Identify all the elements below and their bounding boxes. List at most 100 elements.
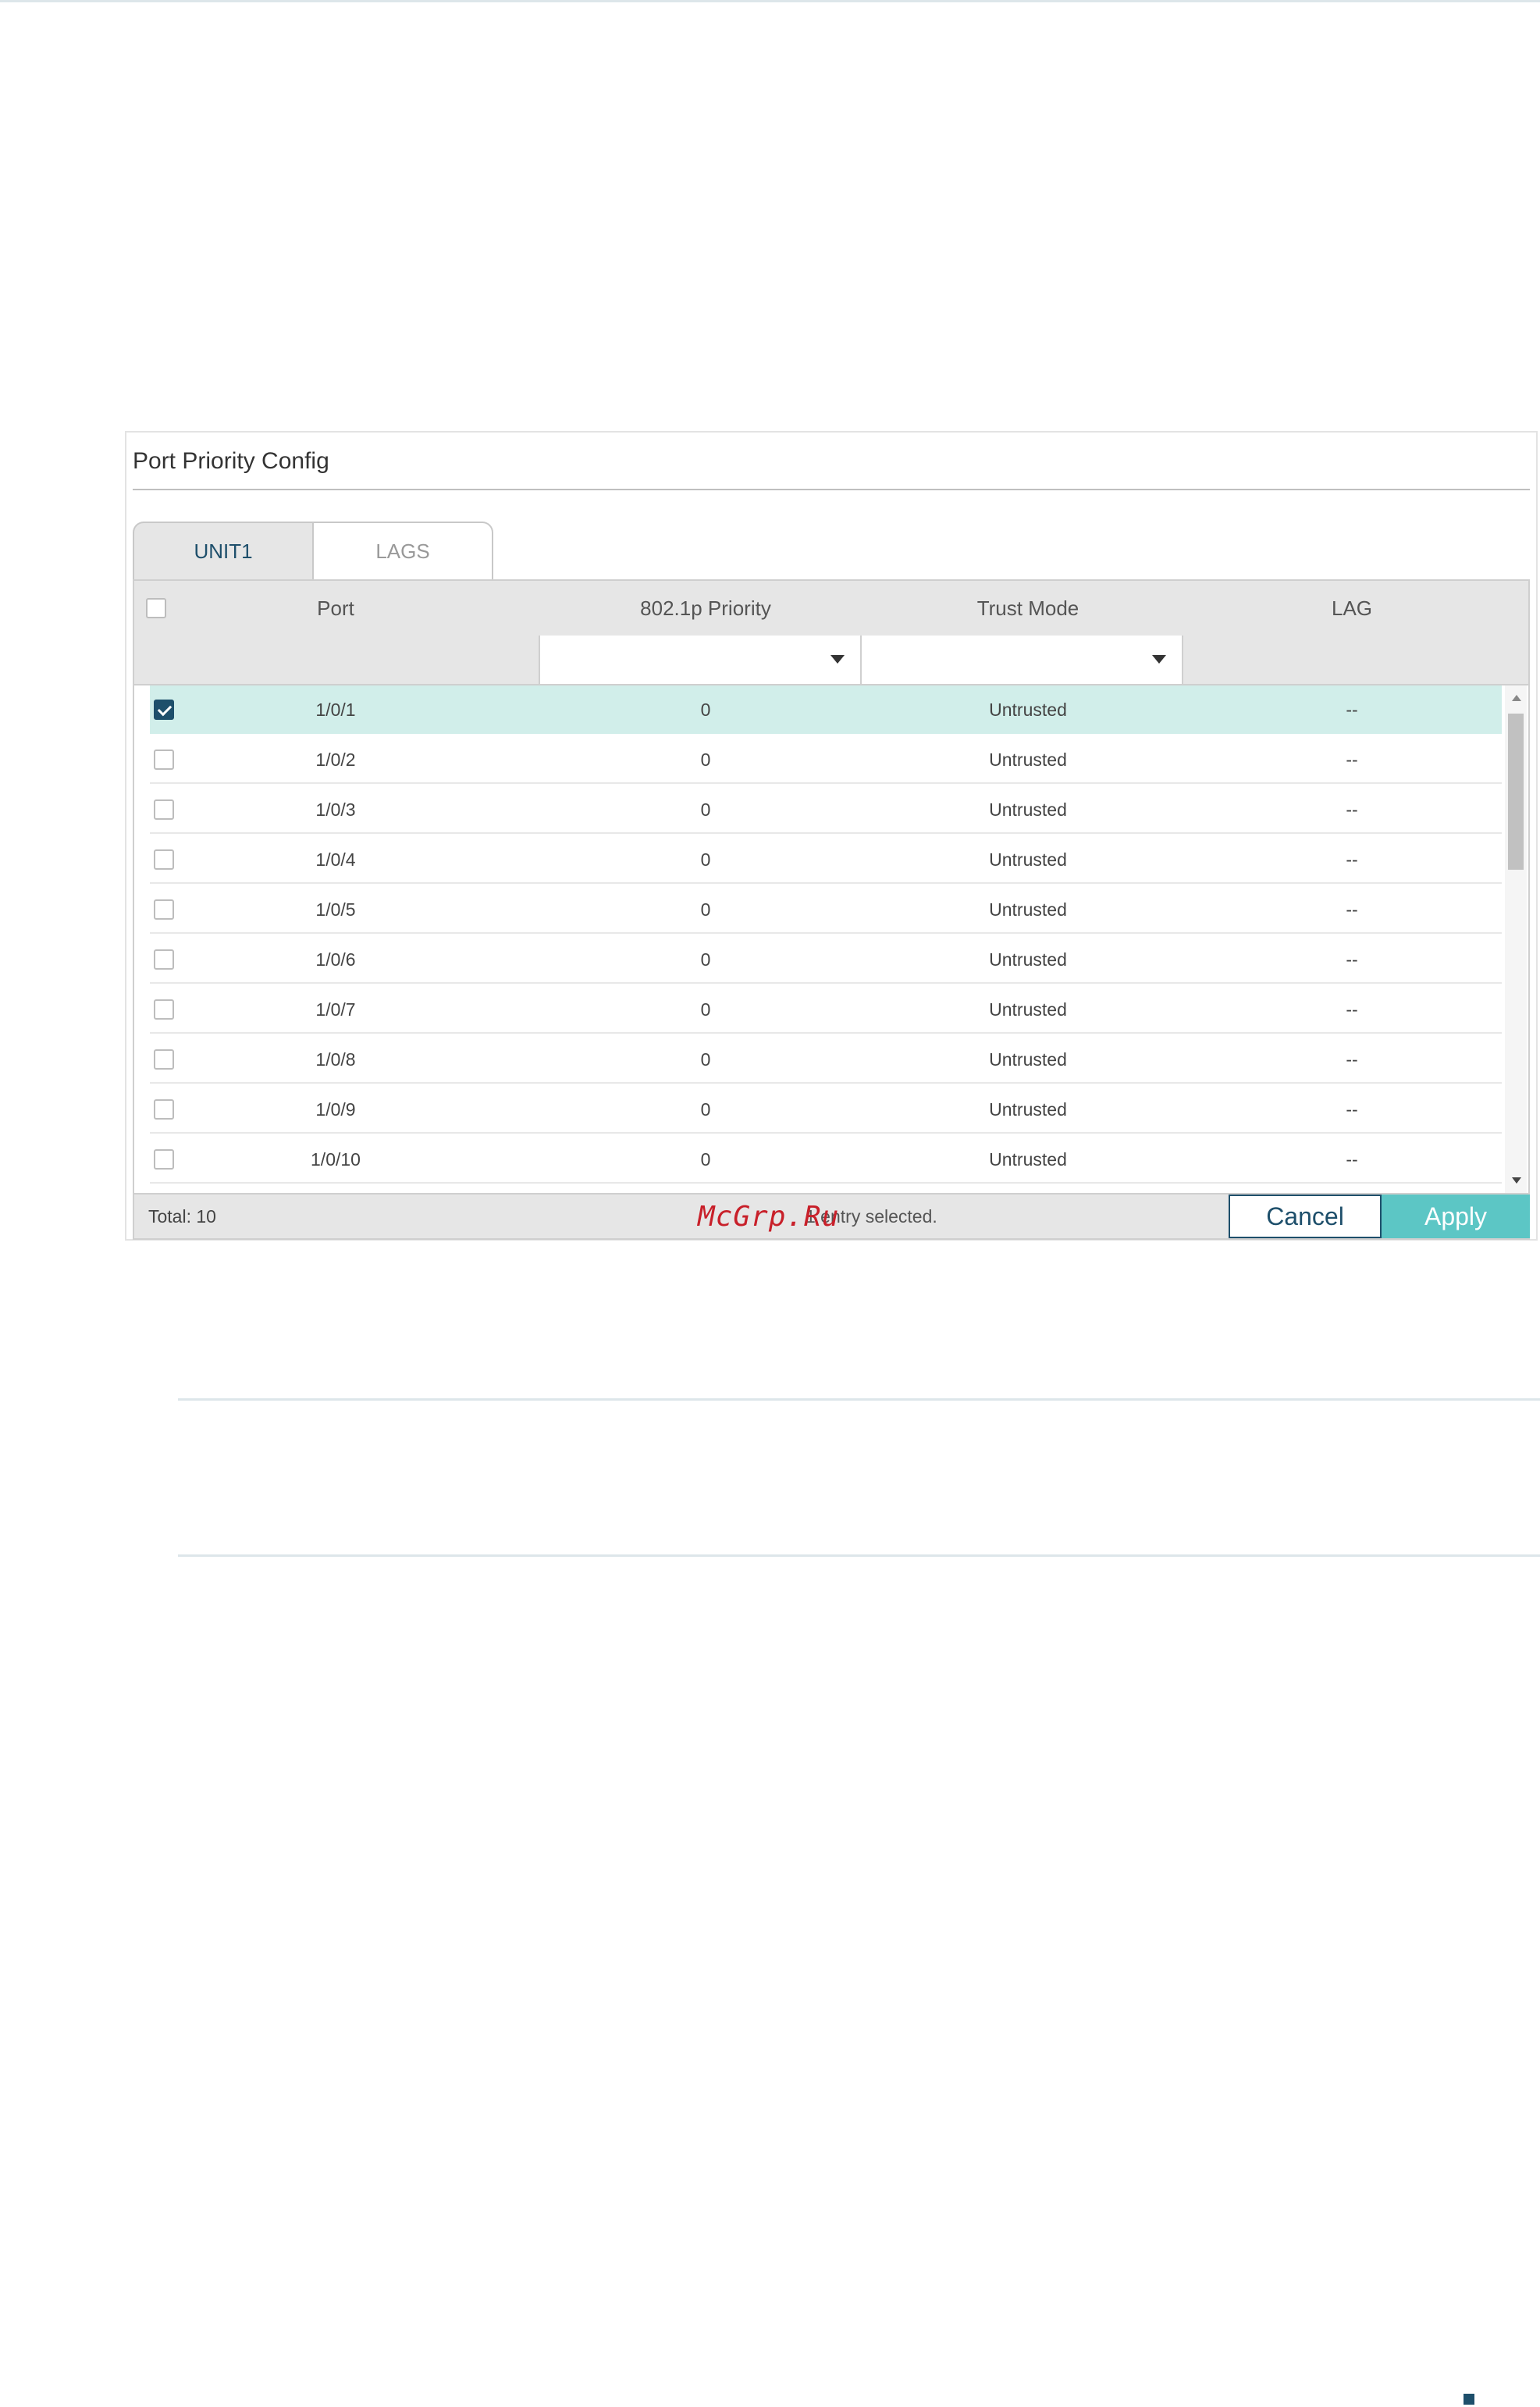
port-priority-panel: Port Priority Config UNIT1 LAGS Port 802… xyxy=(125,431,1538,1241)
cell-priority: 0 xyxy=(700,699,711,720)
row-select-cell xyxy=(150,735,178,784)
cell-trust-mode: Untrusted xyxy=(989,999,1067,1020)
caret-down-icon xyxy=(830,655,845,664)
cell-port: 1/0/7 xyxy=(315,999,356,1020)
cell-lag: -- xyxy=(1346,1098,1358,1120)
cell-port: 1/0/6 xyxy=(315,949,356,970)
trust-mode-filter-select[interactable] xyxy=(860,636,1183,684)
row-select-cell xyxy=(150,935,178,984)
tab-lags[interactable]: LAGS xyxy=(312,522,493,579)
row-checkbox[interactable] xyxy=(154,899,174,920)
cell-lag: -- xyxy=(1346,999,1358,1020)
cell-lag: -- xyxy=(1346,1148,1358,1170)
scroll-down-icon[interactable] xyxy=(1512,1177,1521,1184)
row-select-cell xyxy=(150,1035,178,1084)
cell-trust-mode: Untrusted xyxy=(989,899,1067,920)
watermark: McGrp.Ru xyxy=(698,1200,840,1233)
row-checkbox[interactable] xyxy=(154,700,174,720)
cell-lag: -- xyxy=(1346,849,1358,870)
top-divider xyxy=(0,0,1540,2)
cell-priority: 0 xyxy=(700,1049,711,1070)
scroll-up-icon[interactable] xyxy=(1512,695,1521,701)
cell-trust-mode: Untrusted xyxy=(989,949,1067,970)
apply-button[interactable]: Apply xyxy=(1382,1195,1530,1238)
table-row[interactable]: 1/0/3 0 Untrusted -- xyxy=(150,785,1502,834)
filter-row xyxy=(133,636,1530,685)
note-divider-bottom xyxy=(178,1554,1540,1557)
cell-trust-mode: Untrusted xyxy=(989,1098,1067,1120)
total-count: Total: 10 xyxy=(148,1205,216,1227)
table-row[interactable]: 1/0/2 0 Untrusted -- xyxy=(150,735,1502,784)
vertical-scrollbar[interactable] xyxy=(1505,685,1527,1193)
caret-down-icon xyxy=(1152,655,1166,664)
cell-priority: 0 xyxy=(700,899,711,920)
cell-trust-mode: Untrusted xyxy=(989,699,1067,720)
table-row[interactable]: 1/0/1 0 Untrusted -- xyxy=(150,685,1502,734)
select-all-cell xyxy=(134,581,178,636)
select-all-checkbox[interactable] xyxy=(146,598,166,618)
cell-priority: 0 xyxy=(700,949,711,970)
header-priority[interactable]: 802.1p Priority xyxy=(542,581,870,636)
cell-lag: -- xyxy=(1346,949,1358,970)
cell-lag: -- xyxy=(1346,749,1358,770)
row-checkbox[interactable] xyxy=(154,999,174,1020)
cell-trust-mode: Untrusted xyxy=(989,749,1067,770)
cell-port: 1/0/2 xyxy=(315,749,356,770)
title-divider xyxy=(133,489,1530,490)
scroll-thumb[interactable] xyxy=(1508,714,1524,870)
cell-port: 1/0/1 xyxy=(315,699,356,720)
row-checkbox[interactable] xyxy=(154,849,174,870)
row-checkbox[interactable] xyxy=(154,1099,174,1120)
cell-port: 1/0/3 xyxy=(315,799,356,820)
row-select-cell xyxy=(150,785,178,834)
cell-priority: 0 xyxy=(700,799,711,820)
panel-title: Port Priority Config xyxy=(133,448,329,474)
page-marker xyxy=(1464,2394,1474,2405)
cell-priority: 0 xyxy=(700,999,711,1020)
cell-port: 1/0/9 xyxy=(315,1098,356,1120)
table-row[interactable]: 1/0/4 0 Untrusted -- xyxy=(150,835,1502,884)
table-row[interactable]: 1/0/7 0 Untrusted -- xyxy=(150,985,1502,1034)
row-select-cell xyxy=(150,1135,178,1184)
cell-port: 1/0/5 xyxy=(315,899,356,920)
cell-lag: -- xyxy=(1346,799,1358,820)
header-lag[interactable]: LAG xyxy=(1188,581,1516,636)
cell-lag: -- xyxy=(1346,899,1358,920)
cell-trust-mode: Untrusted xyxy=(989,1049,1067,1070)
cell-lag: -- xyxy=(1346,699,1358,720)
cell-priority: 0 xyxy=(700,1098,711,1120)
row-select-cell xyxy=(150,985,178,1034)
row-select-cell xyxy=(150,685,178,734)
table-footer: Total: 10 1 entry selected. McGrp.Ru Can… xyxy=(133,1193,1530,1240)
table-row[interactable]: 1/0/9 0 Untrusted -- xyxy=(150,1085,1502,1134)
row-checkbox[interactable] xyxy=(154,1049,174,1070)
table-row[interactable]: 1/0/10 0 Untrusted -- xyxy=(150,1135,1502,1184)
note-divider-top xyxy=(178,1398,1540,1401)
cell-lag: -- xyxy=(1346,1049,1358,1070)
row-checkbox[interactable] xyxy=(154,750,174,770)
table-header: Port 802.1p Priority Trust Mode LAG xyxy=(133,579,1530,637)
row-select-cell xyxy=(150,885,178,934)
row-select-cell xyxy=(150,1085,178,1134)
cell-trust-mode: Untrusted xyxy=(989,799,1067,820)
header-port[interactable]: Port xyxy=(226,581,445,636)
row-checkbox[interactable] xyxy=(154,799,174,820)
row-select-cell xyxy=(150,835,178,884)
cancel-button[interactable]: Cancel xyxy=(1229,1195,1382,1238)
tab-unit1[interactable]: UNIT1 xyxy=(133,522,314,579)
cell-priority: 0 xyxy=(700,849,711,870)
cell-trust-mode: Untrusted xyxy=(989,1148,1067,1170)
table-body: 1/0/10 0 Untrusted -- 1/0/9 0 Untrusted -- 1/0/8… xyxy=(133,685,1530,1193)
header-trust-mode[interactable]: Trust Mode xyxy=(864,581,1192,636)
cell-priority: 0 xyxy=(700,749,711,770)
priority-filter-select[interactable] xyxy=(539,636,862,684)
row-checkbox[interactable] xyxy=(154,1149,174,1170)
table-row[interactable]: 1/0/6 0 Untrusted -- xyxy=(150,935,1502,984)
table-row[interactable]: 1/0/8 0 Untrusted -- xyxy=(150,1035,1502,1084)
row-checkbox[interactable] xyxy=(154,949,174,970)
cell-port: 1/0/10 xyxy=(311,1148,361,1170)
cell-trust-mode: Untrusted xyxy=(989,849,1067,870)
cell-priority: 0 xyxy=(700,1148,711,1170)
cell-port: 1/0/8 xyxy=(315,1049,356,1070)
table-row[interactable]: 1/0/5 0 Untrusted -- xyxy=(150,885,1502,934)
